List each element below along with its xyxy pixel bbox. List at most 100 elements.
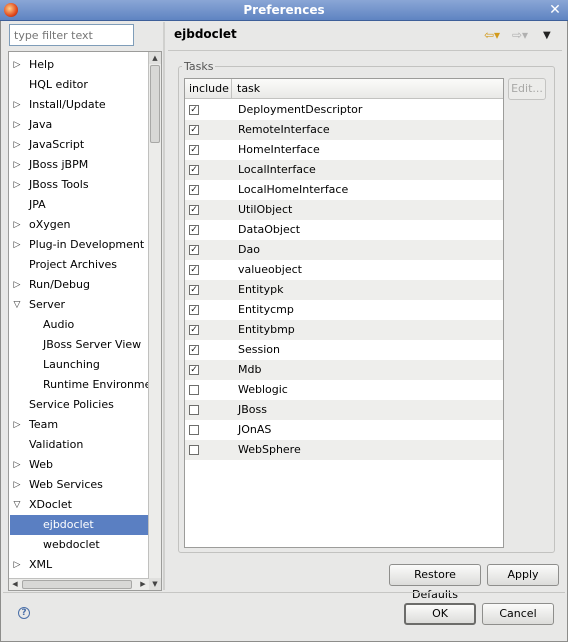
preferences-tree[interactable]: ▷ Help HQL editor ▷ Install/Update ▷ Java ▷ Java… — [8, 51, 162, 591]
tree-item[interactable]: ejbdoclet — [9, 515, 149, 535]
include-checkbox[interactable]: ✓ — [189, 305, 199, 315]
table-row[interactable]: ✓ DeploymentDescriptor — [185, 100, 503, 120]
tree-item[interactable]: ▷ Install/Update — [9, 95, 149, 115]
scroll-right-icon[interactable]: ▶ — [137, 579, 149, 590]
table-row[interactable]: Weblogic — [185, 380, 503, 400]
include-checkbox[interactable]: ✓ — [189, 325, 199, 335]
tree-item[interactable]: JPA — [9, 195, 149, 215]
expand-arrow-icon[interactable]: ▷ — [12, 455, 22, 475]
close-icon[interactable]: ✕ — [547, 2, 563, 18]
table-row[interactable]: ✓ Entitybmp — [185, 320, 503, 340]
expand-arrow-icon[interactable]: ▷ — [12, 95, 22, 115]
table-row[interactable]: ✓ DataObject — [185, 220, 503, 240]
table-row[interactable]: ✓ Session — [185, 340, 503, 360]
include-checkbox[interactable]: ✓ — [189, 365, 199, 375]
tree-horizontal-scrollbar[interactable]: ◀ ▶ — [9, 578, 149, 590]
scroll-thumb[interactable] — [150, 65, 160, 143]
tree-item[interactable]: ▷ Web — [9, 455, 149, 475]
filter-input[interactable] — [9, 24, 134, 46]
table-row[interactable]: JBoss — [185, 400, 503, 420]
tree-item[interactable]: HQL editor — [9, 75, 149, 95]
table-row[interactable]: ✓ LocalInterface — [185, 160, 503, 180]
hscroll-thumb[interactable] — [22, 580, 132, 589]
restore-defaults-button[interactable]: Restore Defaults — [389, 564, 481, 601]
tree-item[interactable]: Validation — [9, 435, 149, 455]
tree-item[interactable]: webdoclet — [9, 535, 149, 555]
tree-item[interactable]: ▷ JBoss jBPM — [9, 155, 149, 175]
forward-icon[interactable]: ⇨▾ — [512, 28, 528, 42]
expand-arrow-icon[interactable]: ▷ — [12, 55, 22, 75]
tree-item[interactable]: ▷ Java — [9, 115, 149, 135]
expand-arrow-icon[interactable]: ▷ — [12, 275, 22, 295]
expand-arrow-icon[interactable]: ▷ — [12, 155, 22, 175]
table-row[interactable]: ✓ Mdb — [185, 360, 503, 380]
tree-item[interactable]: JBoss Server View — [9, 335, 149, 355]
tree-vertical-scrollbar[interactable]: ▲ ▼ — [148, 52, 161, 590]
table-row[interactable]: ✓ RemoteInterface — [185, 120, 503, 140]
apply-button[interactable]: Apply — [487, 564, 559, 586]
table-row[interactable]: ✓ Dao — [185, 240, 503, 260]
tree-item[interactable]: Runtime Environmer — [9, 375, 149, 395]
tree-item[interactable]: ▷ Plug-in Development — [9, 235, 149, 255]
include-checkbox[interactable]: ✓ — [189, 205, 199, 215]
tree-item[interactable]: ▽ XDoclet — [9, 495, 149, 515]
tree-item[interactable]: ▷ JBoss Tools — [9, 175, 149, 195]
ok-button[interactable]: OK — [404, 603, 476, 625]
column-header-include[interactable]: include — [185, 79, 232, 99]
include-checkbox[interactable] — [189, 425, 199, 435]
expand-arrow-icon[interactable]: ▷ — [12, 135, 22, 155]
expand-arrow-icon[interactable]: ▷ — [12, 235, 22, 255]
tree-item[interactable]: Service Policies — [9, 395, 149, 415]
column-header-task[interactable]: task — [233, 79, 503, 99]
table-row[interactable]: ✓ Entitypk — [185, 280, 503, 300]
scroll-left-icon[interactable]: ◀ — [9, 579, 21, 590]
include-checkbox[interactable]: ✓ — [189, 245, 199, 255]
include-checkbox[interactable]: ✓ — [189, 105, 199, 115]
collapse-arrow-icon[interactable]: ▽ — [12, 295, 22, 315]
tree-item[interactable]: ▽ Server — [9, 295, 149, 315]
collapse-arrow-icon[interactable]: ▽ — [12, 495, 22, 515]
table-row[interactable]: ✓ valueobject — [185, 260, 503, 280]
expand-arrow-icon[interactable]: ▷ — [12, 475, 22, 495]
tree-item[interactable]: ▷ Web Services — [9, 475, 149, 495]
include-checkbox[interactable]: ✓ — [189, 185, 199, 195]
view-menu-icon[interactable]: ▼ — [543, 30, 551, 41]
include-checkbox[interactable]: ✓ — [189, 165, 199, 175]
tree-item[interactable]: ▷ JavaScript — [9, 135, 149, 155]
table-row[interactable]: ✓ UtilObject — [185, 200, 503, 220]
include-checkbox[interactable]: ✓ — [189, 265, 199, 275]
edit-button[interactable]: Edit... — [508, 78, 546, 100]
scroll-up-icon[interactable]: ▲ — [149, 52, 161, 64]
tree-item[interactable]: ▷ XML — [9, 555, 149, 575]
tree-item[interactable]: ▷ Help — [9, 55, 149, 75]
cancel-button[interactable]: Cancel — [482, 603, 554, 625]
table-row[interactable]: ✓ LocalHomeInterface — [185, 180, 503, 200]
include-checkbox[interactable]: ✓ — [189, 125, 199, 135]
help-icon[interactable]: ? — [18, 607, 30, 619]
tree-item[interactable]: ▷ Team — [9, 415, 149, 435]
expand-arrow-icon[interactable]: ▷ — [12, 555, 22, 575]
back-icon[interactable]: ⇦▾ — [484, 28, 500, 42]
expand-arrow-icon[interactable]: ▷ — [12, 215, 22, 235]
tree-item[interactable]: ▷ Run/Debug — [9, 275, 149, 295]
expand-arrow-icon[interactable]: ▷ — [12, 175, 22, 195]
tree-item[interactable]: Project Archives — [9, 255, 149, 275]
tree-item[interactable]: Audio — [9, 315, 149, 335]
include-checkbox[interactable] — [189, 405, 199, 415]
include-checkbox[interactable]: ✓ — [189, 345, 199, 355]
table-row[interactable]: WebSphere — [185, 440, 503, 460]
tree-item[interactable]: ▷ oXygen — [9, 215, 149, 235]
tree-item[interactable]: Launching — [9, 355, 149, 375]
expand-arrow-icon[interactable]: ▷ — [12, 415, 22, 435]
include-checkbox[interactable]: ✓ — [189, 225, 199, 235]
table-row[interactable]: JOnAS — [185, 420, 503, 440]
pane-sash[interactable] — [163, 22, 165, 590]
tasks-table[interactable]: include task ✓ DeploymentDescriptor ✓ Remot… — [184, 78, 504, 548]
include-checkbox[interactable]: ✓ — [189, 285, 199, 295]
scroll-down-icon[interactable]: ▼ — [149, 578, 161, 590]
include-checkbox[interactable] — [189, 445, 199, 455]
expand-arrow-icon[interactable]: ▷ — [12, 115, 22, 135]
table-row[interactable]: ✓ HomeInterface — [185, 140, 503, 160]
include-checkbox[interactable] — [189, 385, 199, 395]
table-row[interactable]: ✓ Entitycmp — [185, 300, 503, 320]
